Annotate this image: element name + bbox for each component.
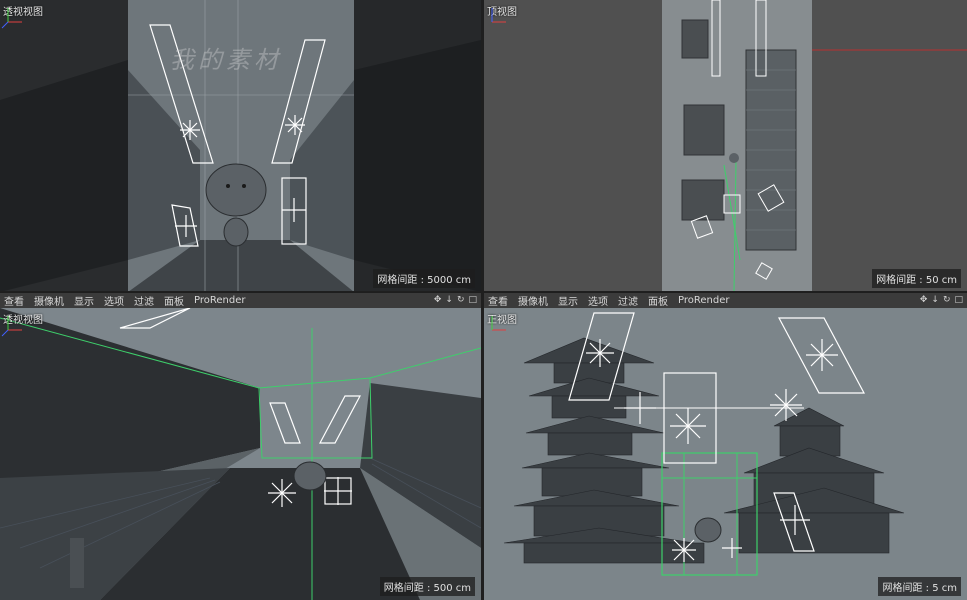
viewport-menu-bar-left: 查看 摄像机 显示 选项 过滤 面板 ProRender ✥ ↓ ↻ □	[0, 292, 481, 308]
move-icon[interactable]: ✥	[434, 295, 442, 305]
grid-spacing-label: 网格间距 : 5 cm	[878, 577, 961, 596]
menu-prorender[interactable]: ProRender	[678, 295, 729, 306]
move-icon[interactable]: ✥	[920, 295, 928, 305]
watermark: 我的素材	[170, 46, 282, 74]
grid-spacing-label: 网格间距 : 5000 cm	[373, 269, 475, 288]
maximize-icon[interactable]: □	[954, 295, 963, 305]
menu-panel[interactable]: 面板	[648, 293, 668, 308]
viewport-perspective-top-left[interactable]: 透视视图 我的素材 网格间距 : 5000 cm	[0, 0, 481, 292]
menu-display[interactable]: 显示	[558, 293, 578, 308]
viewport-perspective-bottom-left[interactable]: 透视视图 网格间距 : 500 cm	[0, 308, 481, 600]
menu-view[interactable]: 查看	[488, 293, 508, 308]
menu-view[interactable]: 查看	[4, 293, 24, 308]
viewport-menu-bar-right: 查看 摄像机 显示 选项 过滤 面板 ProRender ✥ ↓ ↻ □	[484, 292, 967, 308]
rotate-icon[interactable]: ↻	[943, 295, 951, 305]
perspective-street-scene	[0, 308, 481, 600]
menu-camera[interactable]: 摄像机	[34, 293, 64, 308]
menu-panel[interactable]: 面板	[164, 293, 184, 308]
front-scene	[484, 308, 967, 600]
axis-gizmo-icon	[1, 8, 22, 29]
arrow-down-icon[interactable]: ↓	[445, 295, 453, 305]
viewport-top[interactable]: 顶视图 网格间距 : 50 cm	[484, 0, 967, 292]
menu-filter[interactable]: 过滤	[618, 293, 638, 308]
viewport-front[interactable]: 正视图 网格间距 : 5 cm	[484, 308, 967, 600]
axis-gizmo-icon	[1, 316, 22, 337]
horizontal-divider[interactable]	[0, 291, 967, 292]
axis-gizmo-icon	[491, 8, 506, 23]
grid-spacing-label: 网格间距 : 50 cm	[872, 269, 961, 288]
menu-camera[interactable]: 摄像机	[518, 293, 548, 308]
axis-gizmo-icon	[491, 316, 506, 331]
vertical-divider[interactable]	[481, 0, 484, 600]
rotate-icon[interactable]: ↻	[457, 295, 465, 305]
grid-spacing-label: 网格间距 : 500 cm	[379, 577, 475, 596]
menu-display[interactable]: 显示	[74, 293, 94, 308]
menu-options[interactable]: 选项	[104, 293, 124, 308]
menu-options[interactable]: 选项	[588, 293, 608, 308]
menu-filter[interactable]: 过滤	[134, 293, 154, 308]
maximize-icon[interactable]: □	[468, 295, 477, 305]
menu-prorender[interactable]: ProRender	[194, 295, 245, 306]
top-scene	[484, 0, 967, 292]
arrow-down-icon[interactable]: ↓	[931, 295, 939, 305]
